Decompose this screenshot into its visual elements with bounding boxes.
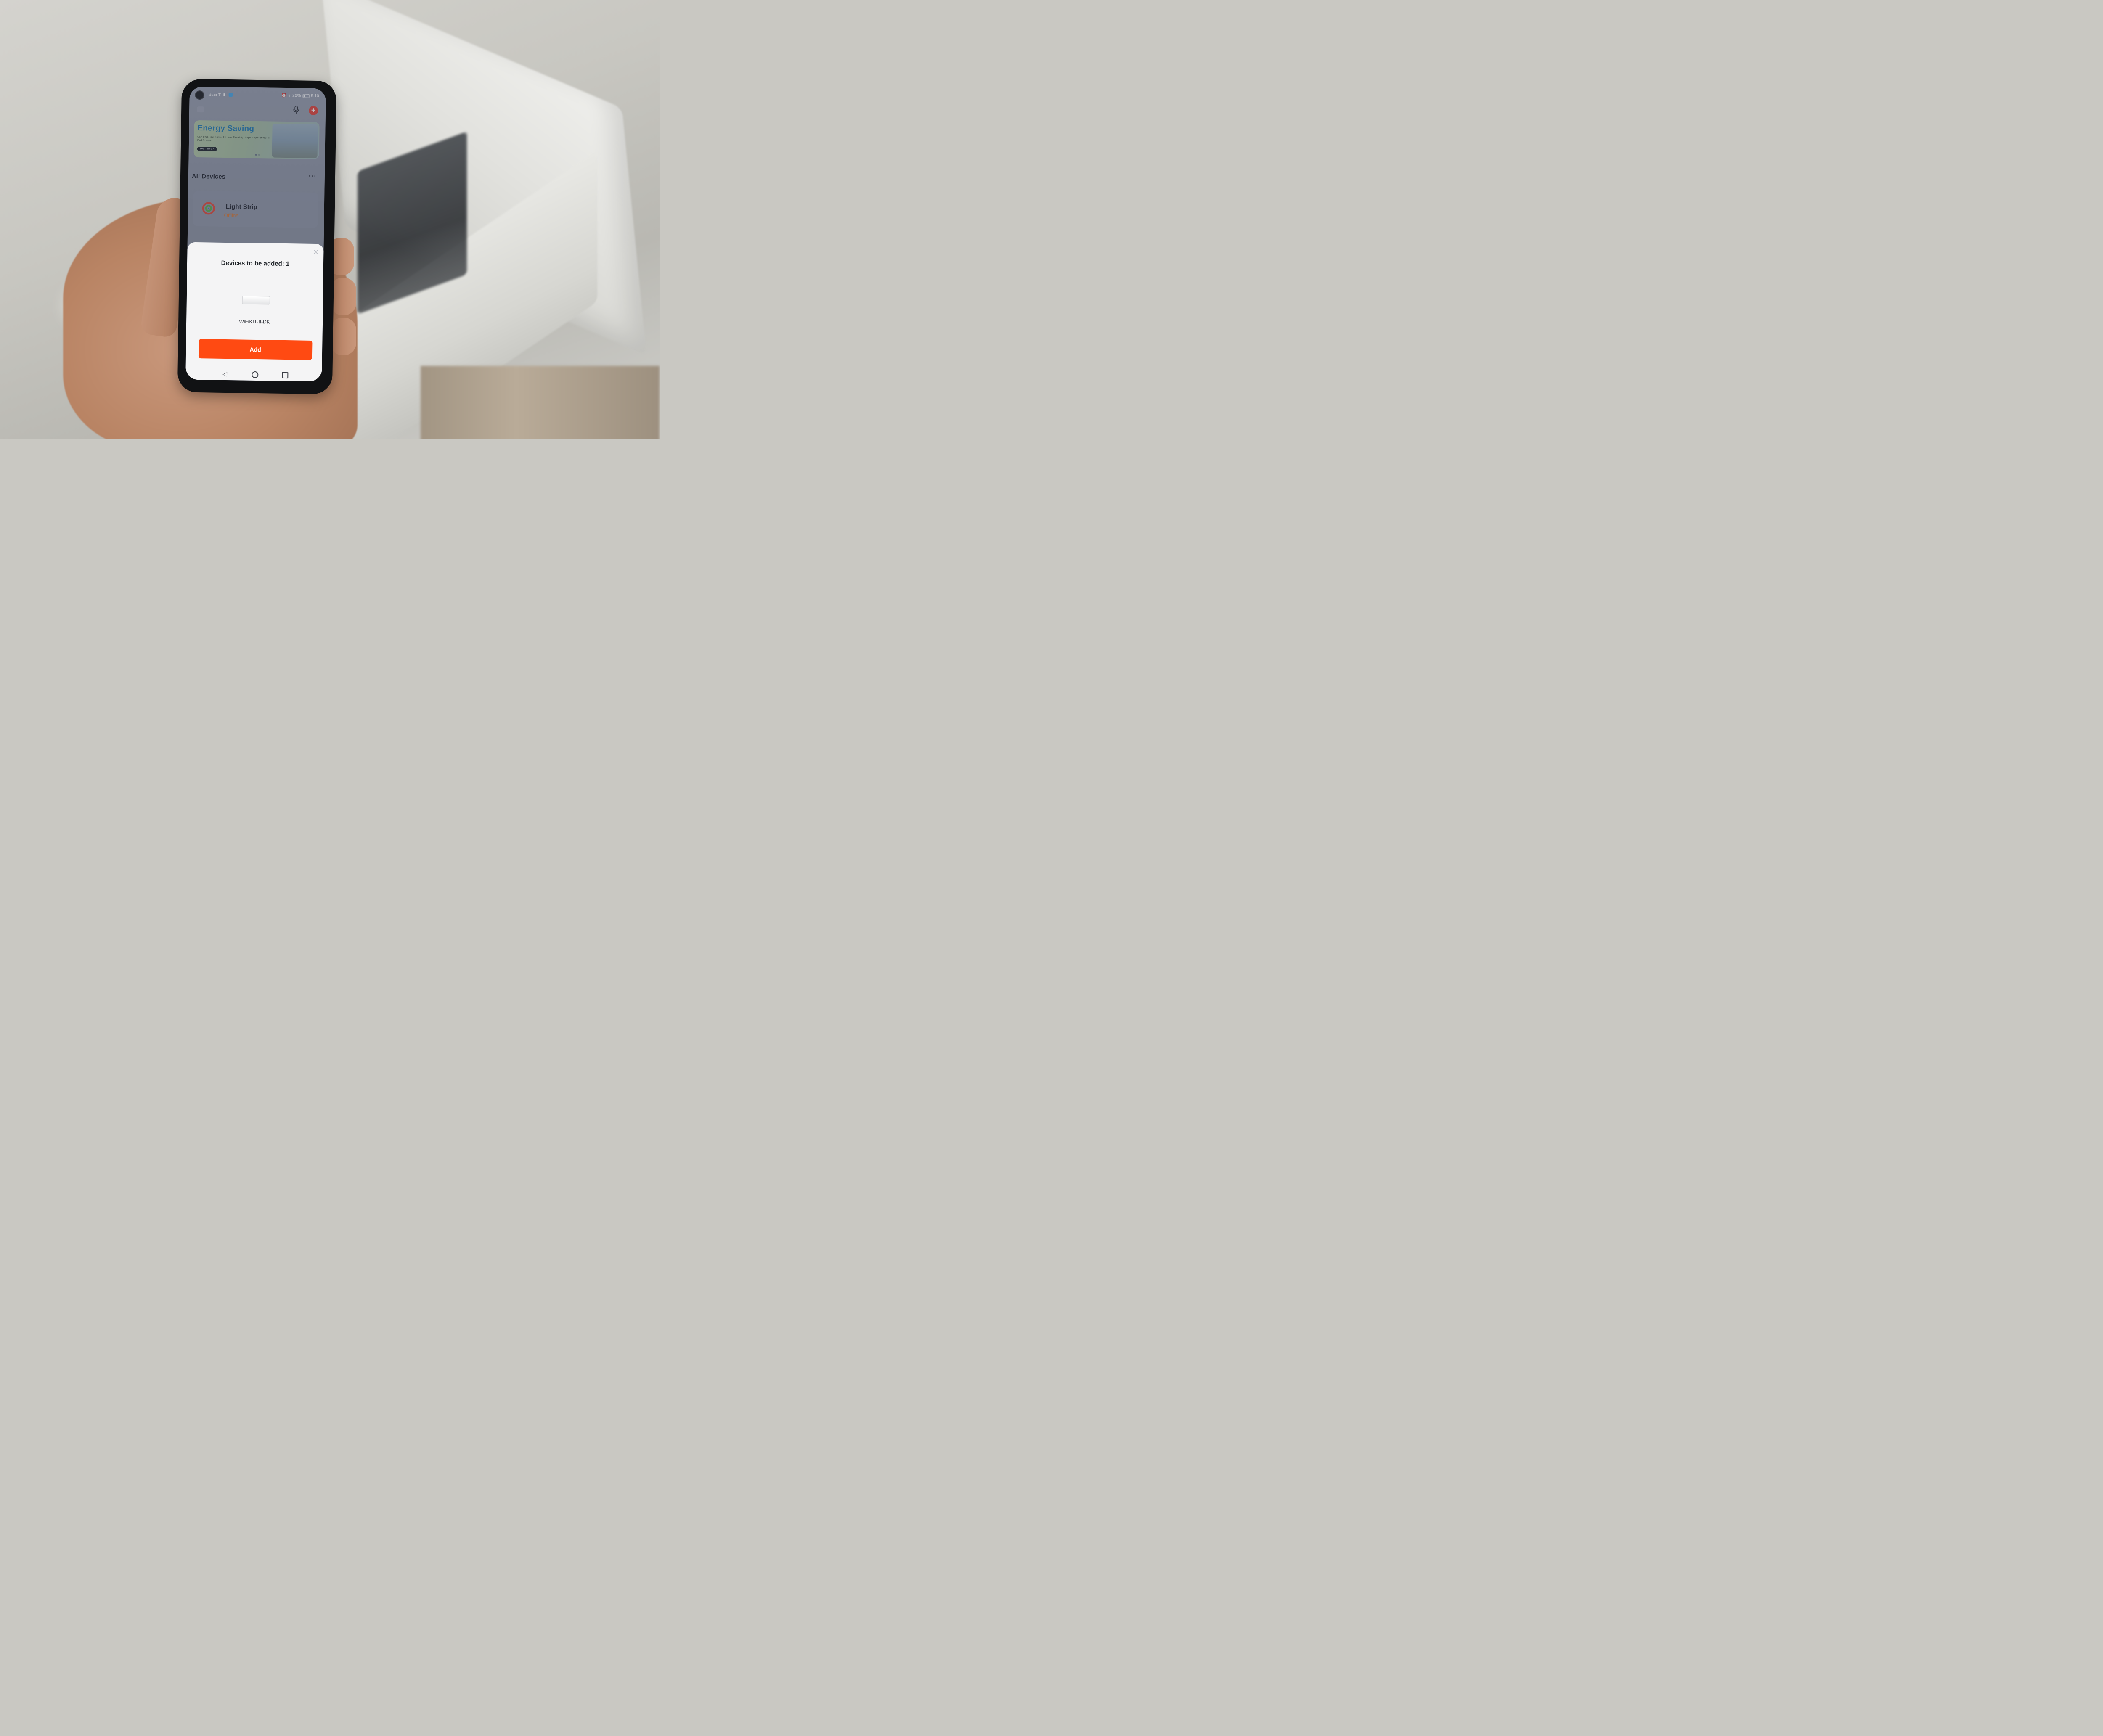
close-icon[interactable]: ✕ bbox=[313, 248, 319, 257]
sheet-title: Devices to be added: 1 bbox=[221, 259, 290, 268]
home-icon[interactable] bbox=[252, 371, 259, 378]
air-conditioner-icon bbox=[242, 296, 270, 305]
found-device-name: WiFiKIT-II-DK bbox=[239, 318, 270, 325]
finger bbox=[330, 318, 356, 355]
recent-apps-icon[interactable] bbox=[282, 372, 289, 379]
add-device-sheet: ✕ Devices to be added: 1 WiFiKIT-II-DK A… bbox=[185, 242, 324, 370]
curtain bbox=[421, 366, 660, 439]
system-nav-bar: ◁ bbox=[185, 367, 322, 382]
phone-screen: dtac-T ▮ ⏰ ᛒ 26% 9:10 + Energy Saving Ga… bbox=[185, 86, 326, 382]
add-button[interactable]: Add bbox=[198, 339, 313, 360]
back-icon[interactable]: ◁ bbox=[222, 370, 227, 378]
finger bbox=[330, 278, 356, 315]
